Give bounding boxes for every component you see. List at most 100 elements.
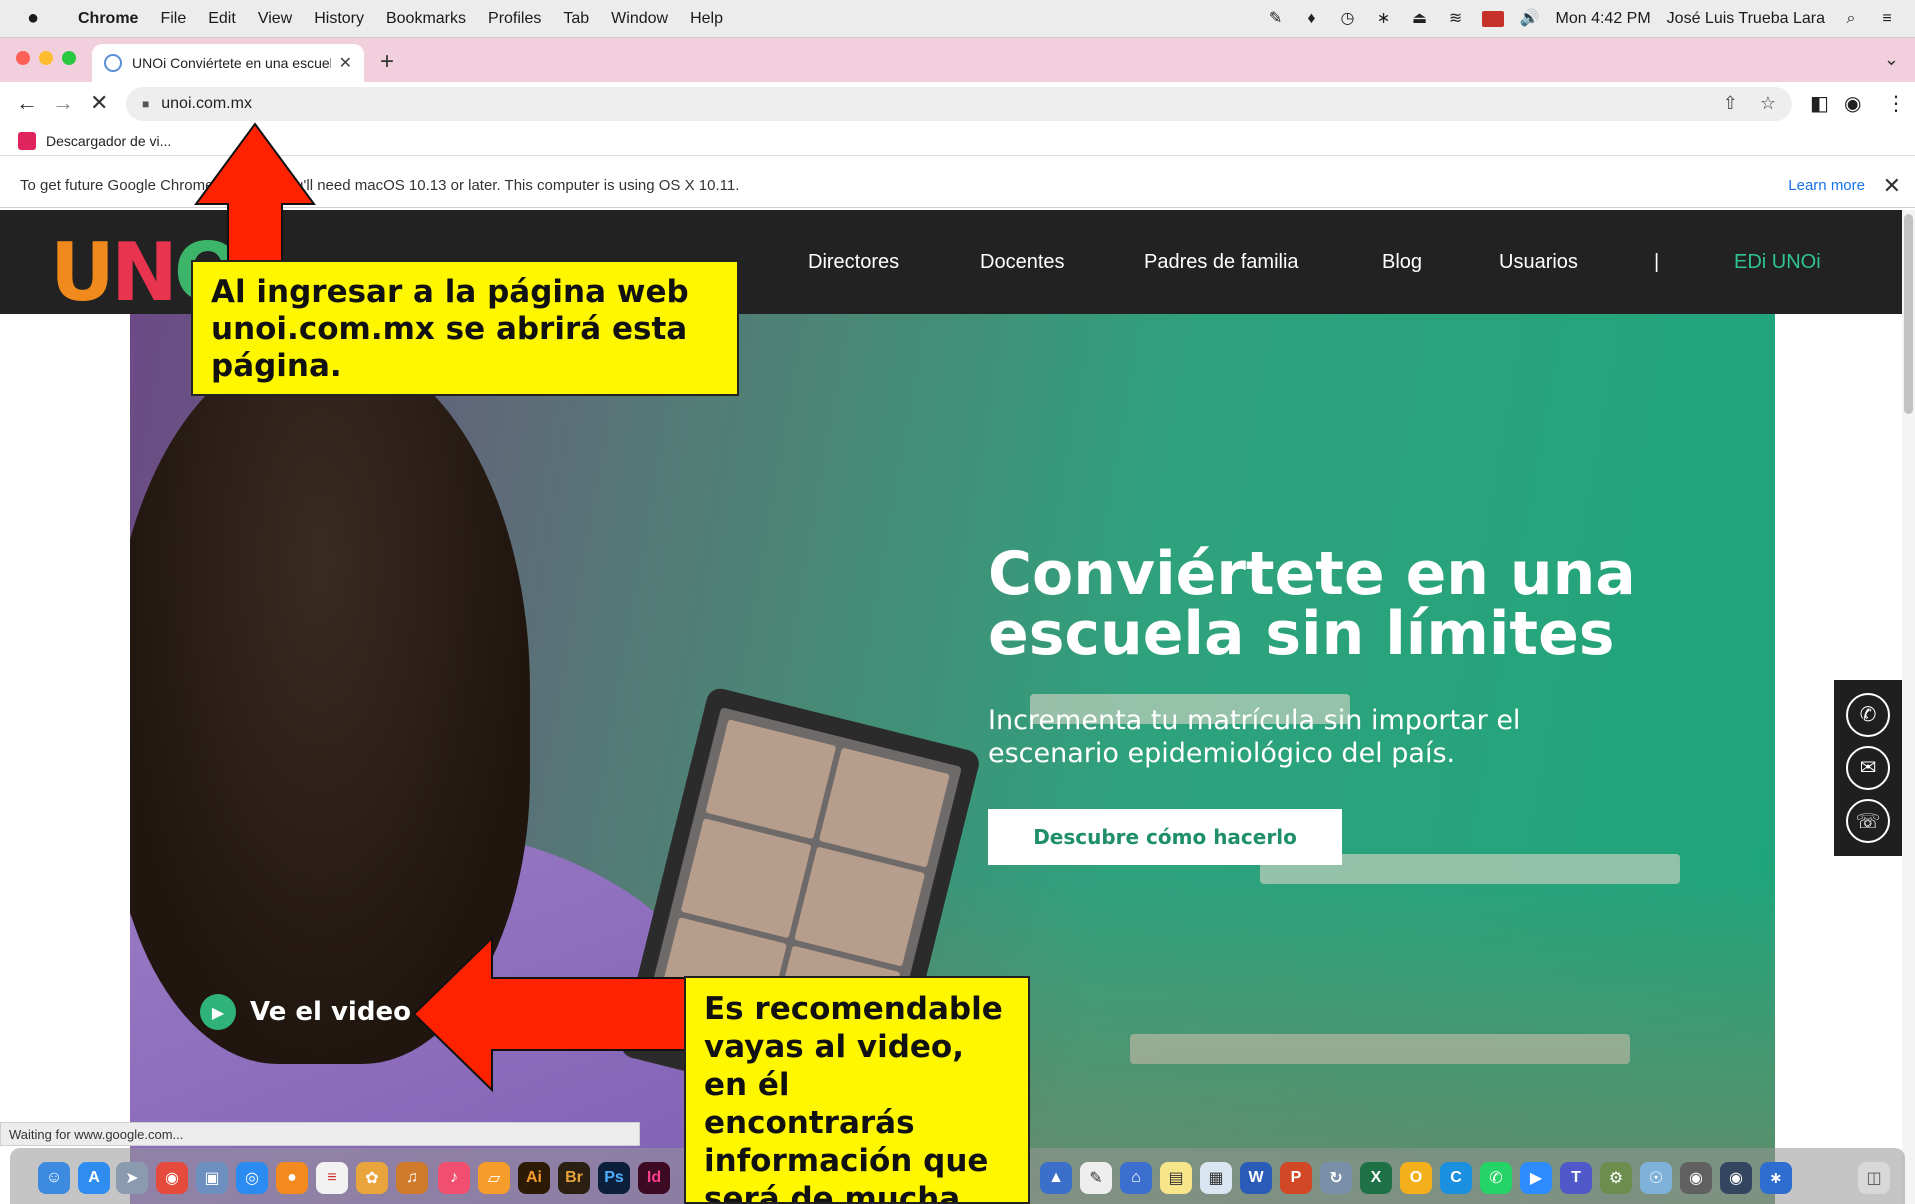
side-panel-icon[interactable]: ◧ <box>1810 91 1829 116</box>
window-minimize-button[interactable] <box>39 51 53 65</box>
outlook-icon[interactable]: O <box>1400 1162 1432 1194</box>
nav-directores[interactable]: Directores <box>808 251 899 274</box>
menu-bar-user[interactable]: José Luis Trueba Lara <box>1667 10 1825 28</box>
utility-icon[interactable]: ⚙ <box>1600 1162 1632 1194</box>
address-bar[interactable]: ■ unoi.com.mx ⇧ ☆ <box>126 87 1792 121</box>
finder-icon[interactable]: ☺ <box>38 1162 70 1194</box>
bluetooth-icon[interactable]: ∗ <box>1374 9 1394 29</box>
menu-tab[interactable]: Tab <box>563 10 589 28</box>
excel-icon[interactable]: X <box>1360 1162 1392 1194</box>
apple-menu-icon[interactable]: ● <box>18 7 48 30</box>
disk-utility-icon[interactable]: ◉ <box>1680 1162 1712 1194</box>
menu-profiles[interactable]: Profiles <box>488 10 541 28</box>
new-tab-button[interactable]: + <box>380 48 394 76</box>
powerpoint-icon[interactable]: P <box>1280 1162 1312 1194</box>
bookmark-favicon-icon <box>18 131 36 150</box>
annotation-callout-top: Al ingresar a la página web unoi.com.mx … <box>191 260 739 396</box>
c-app-icon[interactable]: C <box>1440 1162 1472 1194</box>
time-machine-icon[interactable]: ◷ <box>1338 9 1358 29</box>
spotlight-search-icon[interactable]: ⌕ <box>1841 9 1861 29</box>
menu-file[interactable]: File <box>160 10 186 28</box>
nav-docentes[interactable]: Docentes <box>980 251 1065 274</box>
page-scrollbar[interactable] <box>1902 210 1915 1204</box>
app-store-icon[interactable]: A <box>78 1162 110 1194</box>
menu-view[interactable]: View <box>258 10 292 28</box>
keynote-icon[interactable]: ▲ <box>1040 1162 1072 1194</box>
eject-icon[interactable]: ⏏ <box>1410 9 1430 29</box>
ibooks-icon[interactable]: ▱ <box>478 1162 510 1194</box>
watch-video-label[interactable]: Ve el video <box>250 997 411 1027</box>
menu-history[interactable]: History <box>314 10 364 28</box>
annotation-callout-bottom: Es recomendable vayas al video, en él en… <box>684 976 1030 1204</box>
pages-icon[interactable]: ✎ <box>1080 1162 1112 1194</box>
scrollbar-thumb[interactable] <box>1904 214 1913 414</box>
photoshop-icon[interactable]: Ps <box>598 1162 630 1194</box>
brush-icon[interactable]: ✎ <box>1266 9 1286 29</box>
whatsapp-dock-icon[interactable]: ✆ <box>1480 1162 1512 1194</box>
forward-arrow-icon[interactable]: → <box>52 90 74 116</box>
play-icon[interactable]: ▶ <box>200 994 236 1030</box>
email-icon[interactable]: ✉ <box>1846 745 1890 790</box>
window-close-button[interactable] <box>16 51 30 65</box>
bookmark-star-icon[interactable]: ☆ <box>1760 93 1776 114</box>
bridge-icon[interactable]: Br <box>558 1162 590 1194</box>
menu-edit[interactable]: Edit <box>208 10 236 28</box>
photos-icon[interactable]: ✿ <box>356 1162 388 1194</box>
garageband-icon[interactable]: ♫ <box>396 1162 428 1194</box>
zoom-icon[interactable]: ▶ <box>1520 1162 1552 1194</box>
menu-bar-clock[interactable]: Mon 4:42 PM <box>1556 10 1651 28</box>
nav-usuarios[interactable]: Usuarios <box>1499 251 1578 274</box>
nav-edi-unoi[interactable]: EDi UNOi <box>1734 251 1821 274</box>
trash-icon[interactable]: ◫ <box>1858 1162 1890 1194</box>
browser-tab[interactable]: UNOi Conviértete en una escuela ✕ <box>92 44 364 82</box>
more-menu-icon[interactable]: ⋮ <box>1886 91 1906 116</box>
watch-video-link[interactable]: ▶ Ve el video <box>200 994 411 1030</box>
firefox-icon[interactable]: ● <box>276 1162 308 1194</box>
system-icon[interactable]: ◉ <box>1720 1162 1752 1194</box>
migration-icon[interactable]: ↻ <box>1320 1162 1352 1194</box>
teams-icon[interactable]: T <box>1560 1162 1592 1194</box>
notes-icon[interactable]: ▤ <box>1160 1162 1192 1194</box>
chrome-icon[interactable]: ◉ <box>156 1162 188 1194</box>
profile-avatar-icon[interactable]: ◉ <box>1844 91 1861 116</box>
macos-menu-bar: ● Chrome File Edit View History Bookmark… <box>0 0 1915 38</box>
home-icon[interactable]: ⌂ <box>1120 1162 1152 1194</box>
network-icon[interactable]: ☉ <box>1640 1162 1672 1194</box>
phone-icon[interactable]: ☏ <box>1846 799 1890 844</box>
preview-icon[interactable]: ▣ <box>196 1162 228 1194</box>
share-icon[interactable]: ⇧ <box>1723 93 1738 114</box>
bluetooth-dock-icon[interactable]: ∗ <box>1760 1162 1792 1194</box>
menu-window[interactable]: Window <box>611 10 668 28</box>
safari-icon[interactable]: ◎ <box>236 1162 268 1194</box>
flag-icon[interactable] <box>1481 11 1504 27</box>
menu-bookmarks[interactable]: Bookmarks <box>386 10 466 28</box>
launchpad-icon[interactable]: ➤ <box>116 1162 148 1194</box>
notification-center-icon[interactable]: ≡ <box>1877 9 1897 29</box>
window-zoom-button[interactable] <box>62 51 76 65</box>
nav-padres-de-familia[interactable]: Padres de familia <box>1144 251 1299 274</box>
volume-icon[interactable]: 🔊 <box>1520 9 1540 29</box>
discover-button[interactable]: Descubre cómo hacerlo <box>988 809 1342 865</box>
filemerge-icon[interactable]: ▦ <box>1200 1162 1232 1194</box>
menu-chrome[interactable]: Chrome <box>78 10 138 28</box>
whatsapp-icon[interactable]: ✆ <box>1846 692 1890 737</box>
bookmark-item[interactable]: Descargador de vi... <box>46 133 171 149</box>
indesign-icon[interactable]: Id <box>638 1162 670 1194</box>
itunes-icon[interactable]: ♪ <box>438 1162 470 1194</box>
infobar-close-icon[interactable]: ✕ <box>1883 173 1901 199</box>
illustrator-icon[interactable]: Ai <box>518 1162 550 1194</box>
wifi-icon[interactable]: ≋ <box>1446 9 1466 29</box>
nav-blog[interactable]: Blog <box>1382 251 1422 274</box>
reminders-icon[interactable]: ≡ <box>316 1162 348 1194</box>
tab-close-icon[interactable]: ✕ <box>339 53 352 73</box>
learn-more-link[interactable]: Learn more <box>1788 177 1865 194</box>
url-text[interactable]: unoi.com.mx <box>161 95 252 113</box>
lock-icon[interactable]: ■ <box>142 97 149 111</box>
tab-search-icon[interactable]: ⌄ <box>1884 49 1899 70</box>
stop-loading-icon[interactable]: ✕ <box>90 90 108 116</box>
notification-bell-icon[interactable]: ♦ <box>1302 9 1322 29</box>
back-arrow-icon[interactable]: ← <box>16 90 38 116</box>
menu-bar-tray: ✎ ♦ ◷ ∗ ⏏ ≋ 🔊 Mon 4:42 PM José Luis True… <box>1266 0 1897 38</box>
word-icon[interactable]: W <box>1240 1162 1272 1194</box>
menu-help[interactable]: Help <box>690 10 723 28</box>
